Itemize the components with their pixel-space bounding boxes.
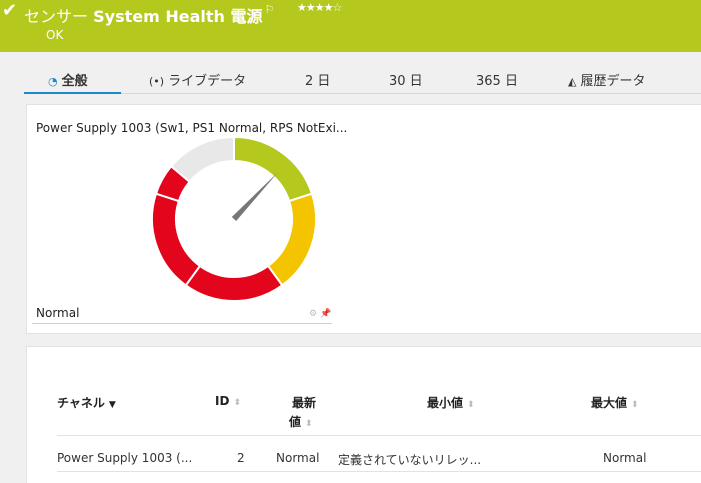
flag-icon[interactable]: ⚐	[264, 3, 274, 16]
sensor-header: ✔ センサー System Health 電源 ⚐ ★★★★☆ OK	[0, 0, 701, 52]
column-header-channel[interactable]: チャネル ▼	[57, 394, 116, 411]
sort-icon: ⬍	[305, 419, 313, 429]
tab-history[interactable]: ◭ 履歴データ	[568, 70, 645, 94]
column-header-max[interactable]: 最大値 ⬍	[591, 394, 639, 411]
tab-2-days[interactable]: 2 日	[305, 70, 330, 94]
live-data-icon: (•)	[149, 75, 165, 88]
cell-id: 2	[237, 451, 245, 465]
row-divider	[57, 471, 701, 472]
tab-label: 365 日	[476, 74, 518, 89]
column-header-label: 最小値	[427, 396, 464, 410]
column-header-label: 最新	[292, 396, 317, 410]
gear-icon[interactable]: ⚙	[309, 309, 317, 319]
cell-latest: Normal	[276, 451, 320, 465]
pin-icon[interactable]: 📌	[320, 309, 331, 319]
priority-stars[interactable]: ★★★★☆	[297, 1, 342, 14]
cell-max: Normal	[603, 451, 647, 465]
tab-label: 履歴データ	[580, 74, 646, 89]
tab-live-data[interactable]: (•) ライブデータ	[149, 70, 246, 94]
tab-label: 全般	[61, 74, 88, 89]
column-header-min[interactable]: 最小値 ⬍	[427, 394, 475, 411]
gauge-segment-ok	[233, 135, 314, 203]
tab-divider	[121, 93, 701, 94]
check-icon: ✔	[2, 0, 18, 21]
gauge-tools: ⚙ 📌	[309, 309, 331, 319]
gauge-segment-unused	[169, 135, 235, 184]
gauge-segment-error	[184, 264, 284, 302]
gauge-segment-warning	[266, 192, 317, 287]
tab-overview[interactable]: ◔ 全般	[48, 70, 88, 94]
page-title: センサー System Health 電源 ⚐	[24, 3, 274, 27]
sort-icon: ⬍	[467, 400, 475, 410]
sensor-name: System Health 電源	[93, 7, 263, 26]
tab-label: ライブデータ	[168, 74, 247, 89]
gauge-panel: Power Supply 1003 (Sw1, PS1 Normal, RPS …	[26, 104, 701, 334]
sort-desc-icon: ▼	[108, 400, 116, 410]
cell-channel[interactable]: Power Supply 1003 (...	[57, 451, 192, 465]
gauge-chart	[151, 135, 317, 302]
active-tab-indicator	[24, 92, 121, 94]
column-header-latest-line2: 値 ⬍	[289, 413, 313, 430]
gauge-value: Normal	[36, 306, 80, 320]
tab-label: 30 日	[389, 74, 423, 89]
status-text: OK	[46, 28, 64, 42]
gauge-icon: ◔	[48, 75, 58, 88]
history-chart-icon: ◭	[568, 75, 577, 88]
gauge-divider	[32, 323, 332, 324]
sort-icon: ⬍	[233, 398, 241, 408]
column-header-latest[interactable]: 最新	[292, 394, 316, 411]
header-divider	[57, 435, 701, 436]
column-header-label: 値	[289, 415, 302, 429]
column-header-label: ID	[215, 394, 230, 408]
column-header-label: 最大値	[591, 396, 628, 410]
gauge-segment-error	[151, 192, 202, 287]
channel-table: チャネル ▼ ID ⬍ 最新 値 ⬍ 最小値 ⬍ 最大値 ⬍ Power Supply 1…	[26, 346, 701, 483]
tab-30-days[interactable]: 30 日	[389, 70, 423, 94]
column-header-id[interactable]: ID ⬍	[215, 394, 241, 408]
tab-label: 2 日	[305, 74, 331, 89]
tab-bar: ◔ 全般 (•) ライブデータ 2 日 30 日 365 日 ◭ 履歴データ	[24, 70, 701, 94]
sort-icon: ⬍	[631, 400, 639, 410]
sensor-label: センサー	[24, 7, 89, 26]
tab-365-days[interactable]: 365 日	[476, 70, 518, 94]
gauge-needle	[231, 172, 278, 222]
column-header-label: チャネル	[57, 396, 105, 410]
cell-min: 定義されていないリレッ...	[338, 453, 482, 467]
